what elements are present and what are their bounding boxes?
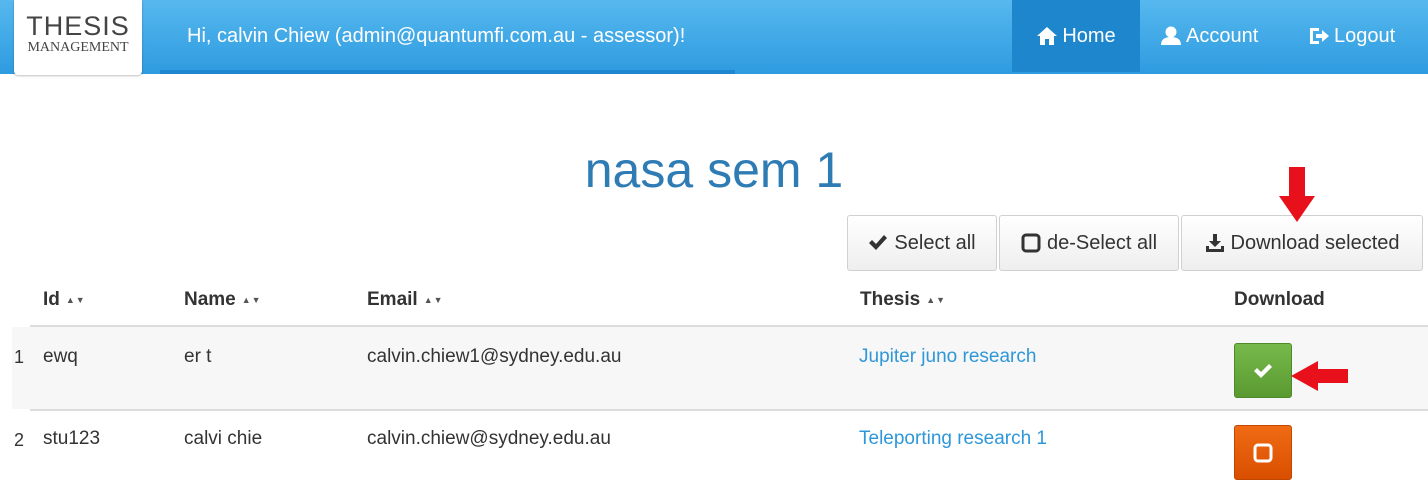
cell-name: er t	[184, 346, 212, 367]
cell-name: calvi chie	[184, 428, 263, 449]
cell-id: stu123	[43, 428, 101, 449]
download-toggle-unselected[interactable]	[1234, 425, 1292, 480]
download-icon	[1205, 234, 1224, 252]
sort-icon: ▲▼	[423, 295, 444, 305]
thesis-link[interactable]: Teleporting research 1	[859, 428, 1047, 450]
column-header-email-label: Email	[367, 289, 418, 310]
annotation-arrow-left-icon	[1291, 361, 1348, 391]
column-header-email[interactable]: Email ▲▼	[367, 289, 444, 311]
top-navbar: THESIS MANAGEMENT Hi, calvin Chiew (admi…	[0, 0, 1428, 75]
user-greeting: Hi, calvin Chiew (admin@quantumfi.com.au…	[187, 25, 686, 47]
column-header-download: Download	[1234, 289, 1325, 310]
column-header-name[interactable]: Name ▲▼	[184, 289, 262, 311]
page-title: nasa sem 1	[584, 142, 844, 198]
sort-icon: ▲▼	[241, 295, 262, 305]
logout-icon	[1310, 28, 1329, 44]
square-icon	[1253, 443, 1273, 462]
brand-logo[interactable]: THESIS MANAGEMENT	[14, 0, 142, 75]
cell-id: ewq	[43, 346, 78, 367]
column-header-id-label: Id	[43, 289, 60, 310]
user-icon	[1161, 26, 1181, 45]
brand-line2: MANAGEMENT	[27, 40, 129, 55]
deselect-all-button[interactable]: de-Select all	[999, 215, 1179, 271]
table-row-divider	[30, 409, 1428, 411]
nav-account-label: Account	[1186, 24, 1259, 47]
row-number: 1	[14, 347, 25, 367]
download-selected-label: Download selected	[1230, 231, 1400, 254]
home-icon	[1037, 27, 1058, 45]
nav-logout-label: Logout	[1334, 24, 1396, 47]
brand-line1: THESIS	[26, 11, 130, 41]
row-number: 2	[14, 430, 25, 450]
nav-logout[interactable]: Logout	[1308, 0, 1395, 72]
column-header-name-label: Name	[184, 289, 236, 310]
nav-account[interactable]: Account	[1160, 0, 1258, 72]
select-all-label: Select all	[894, 231, 976, 254]
select-all-button[interactable]: Select all	[847, 215, 997, 271]
download-toggle-selected[interactable]	[1234, 343, 1292, 398]
navbar-accent-underline	[160, 70, 735, 74]
nav-home[interactable]: Home	[1012, 0, 1140, 72]
annotation-arrow-down-icon	[1279, 167, 1315, 222]
cell-email: calvin.chiew1@sydney.edu.au	[367, 346, 622, 367]
sort-icon: ▲▼	[926, 295, 947, 305]
thesis-link[interactable]: Jupiter juno research	[859, 346, 1036, 368]
square-icon	[1021, 233, 1041, 253]
check-icon	[869, 235, 888, 250]
table-row	[12, 327, 1428, 409]
cell-email: calvin.chiew@sydney.edu.au	[367, 428, 611, 449]
column-header-id[interactable]: Id ▲▼	[43, 289, 86, 311]
deselect-all-label: de-Select all	[1046, 231, 1158, 254]
column-header-thesis-label: Thesis	[860, 289, 921, 310]
sort-icon: ▲▼	[65, 295, 86, 305]
nav-home-label: Home	[1062, 24, 1116, 47]
check-icon	[1254, 363, 1272, 378]
column-header-thesis[interactable]: Thesis ▲▼	[860, 289, 946, 311]
